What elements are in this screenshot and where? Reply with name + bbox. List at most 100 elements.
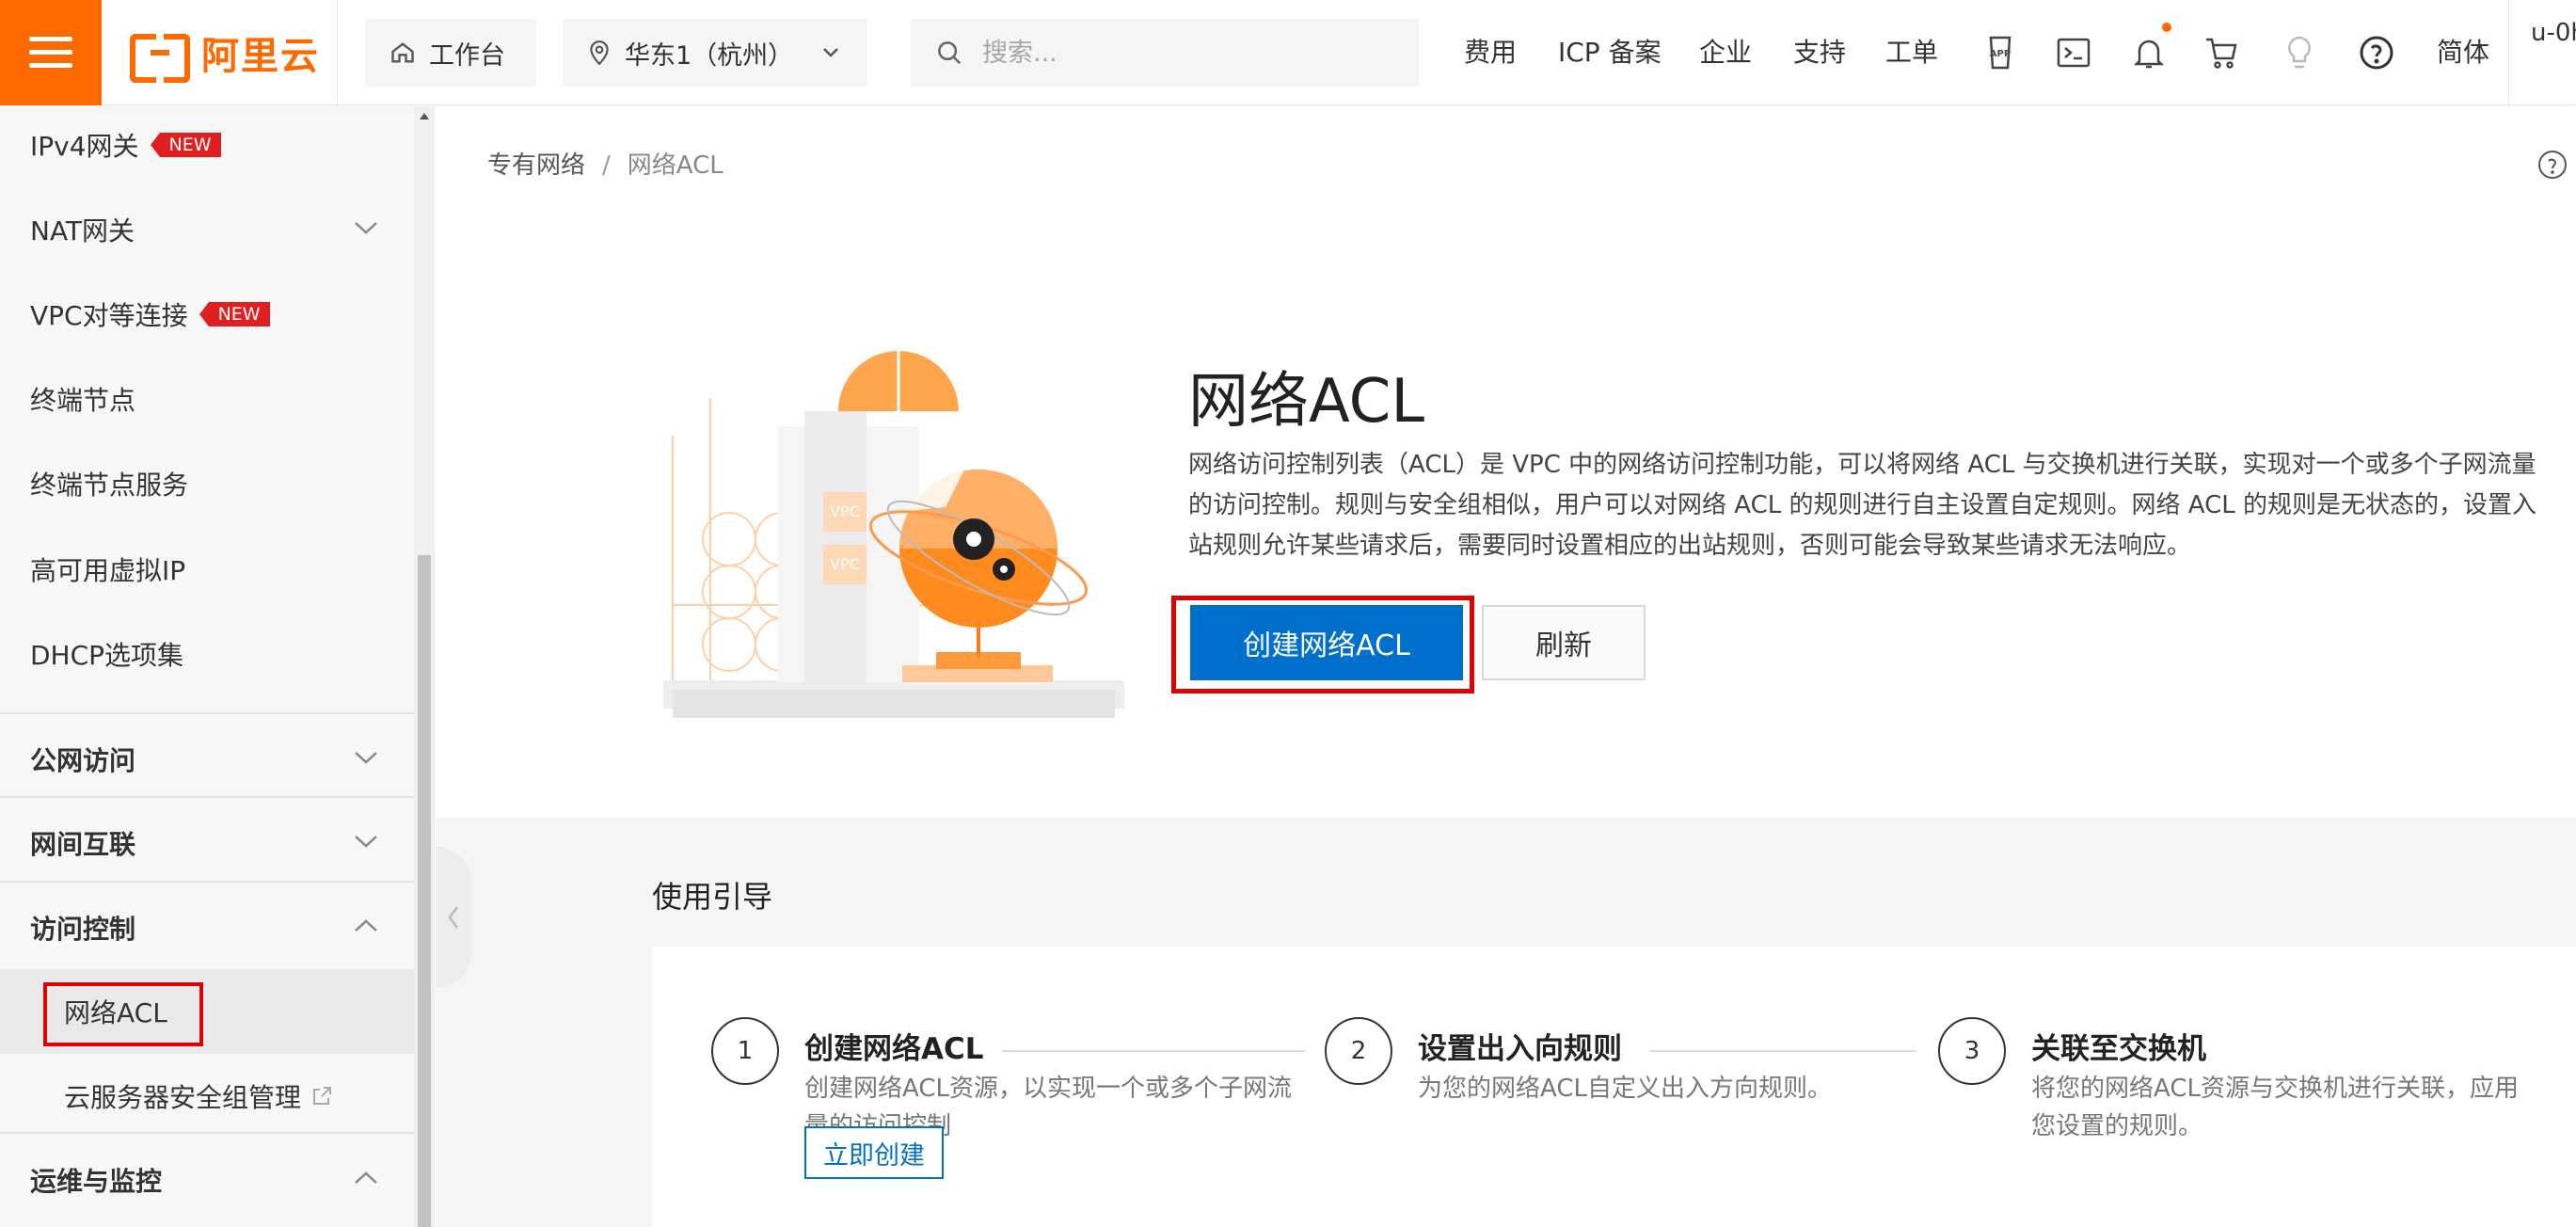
sidebar-scrollbar-thumb[interactable]	[418, 555, 431, 1227]
help-icon[interactable]	[2358, 34, 2395, 72]
nav-link-icp[interactable]: ICP 备案	[1558, 32, 1662, 70]
sidebar-group-label: 网间互联	[30, 829, 136, 860]
chevron-down-icon	[355, 222, 377, 234]
sidebar: IPv4网关 NEW NAT网关 VPC对等连接 NEW 终端节点 终端节点服务…	[0, 106, 414, 1227]
page-title: 网络ACL	[1188, 367, 1424, 437]
region-selector[interactable]: 华东1（杭州）	[563, 19, 867, 87]
header-right-divider	[2508, 0, 2509, 105]
chevron-up-icon	[355, 1171, 377, 1184]
new-badge: NEW	[199, 302, 270, 327]
aliyun-logo[interactable]: 阿里云	[130, 28, 320, 83]
sidebar-divider	[0, 881, 414, 883]
refresh-button[interactable]: 刷新	[1482, 605, 1646, 680]
header-divider	[337, 0, 338, 105]
cart-icon[interactable]	[2203, 34, 2241, 72]
create-network-acl-button[interactable]: 创建网络ACL	[1190, 605, 1463, 680]
sidebar-item-label: 高可用虚拟IP	[30, 555, 186, 586]
workbench-button[interactable]: 工作台	[365, 19, 536, 87]
sidebar-selection-highlight	[43, 982, 203, 1046]
chevron-down-icon	[355, 836, 377, 848]
chevron-up-icon	[355, 919, 377, 932]
sidebar-item-dhcp-options[interactable]: DHCP选项集	[0, 612, 414, 696]
page-description: 网络访问控制列表（ACL）是 VPC 中的网络访问控制功能，可以将网络 ACL …	[1188, 451, 2536, 560]
user-account[interactable]: u-0h	[2531, 19, 2576, 47]
search-icon	[938, 41, 962, 65]
step-number: 1	[711, 1017, 779, 1085]
sidebar-group-label: 访问控制	[30, 914, 136, 945]
main-content: 专有网络 / 网络ACL VPC VPC 网络ACL 网络访问控制列表（ACL）…	[436, 106, 2576, 1227]
workbench-label: 工作台	[429, 40, 505, 71]
new-badge: NEW	[150, 133, 221, 157]
notification-dot	[2162, 23, 2171, 32]
step-connector	[1649, 1050, 1916, 1052]
terminal-icon[interactable]	[2055, 34, 2092, 72]
lightbulb-icon[interactable]	[2281, 34, 2318, 72]
sidebar-item-label: DHCP选项集	[30, 640, 184, 671]
sidebar-item-ipv4-gateway[interactable]: IPv4网关 NEW	[0, 106, 414, 187]
home-icon	[391, 42, 414, 63]
aliyun-logo-mark	[130, 34, 190, 83]
sidebar-group-interconnect[interactable]: 网间互联	[0, 801, 414, 885]
step-description: 将您的网络ACL资源与交换机进行关联，应用您设置的规则。	[2031, 1075, 2519, 1140]
step-title: 设置出入向规则	[1418, 1032, 1622, 1066]
sidebar-item-endpoint-service[interactable]: 终端节点服务	[0, 441, 414, 526]
sidebar-group-ops-monitoring[interactable]: 运维与监控	[0, 1138, 414, 1222]
language-switch[interactable]: 简体	[2437, 32, 2489, 70]
nav-link-ticket[interactable]: 工单	[1885, 32, 1938, 70]
bell-icon[interactable]	[2130, 34, 2168, 72]
sidebar-item-label: IPv4网关	[30, 131, 139, 162]
sidebar-divider	[0, 712, 414, 714]
breadcrumb-root[interactable]: 专有网络	[487, 151, 585, 180]
step-connector	[1002, 1050, 1305, 1052]
sidebar-divider	[0, 796, 414, 798]
breadcrumb-current: 网络ACL	[627, 151, 724, 180]
step-number: 3	[1938, 1017, 2006, 1085]
location-pin-icon	[590, 40, 609, 66]
step-title: 关联至交换机	[2031, 1032, 2206, 1066]
sidebar-collapse-handle[interactable]	[436, 847, 471, 988]
illustration-vpc-label: VPC	[830, 555, 860, 573]
search-input[interactable]	[982, 38, 1396, 68]
app-icon[interactable]: APP	[1981, 34, 2019, 72]
sidebar-group-access-control[interactable]: 访问控制	[0, 885, 414, 970]
step-number: 2	[1325, 1017, 1392, 1085]
create-now-link[interactable]: 立即创建	[804, 1126, 944, 1179]
breadcrumb-separator: /	[602, 151, 611, 180]
sidebar-item-label: NAT网关	[30, 215, 135, 247]
sidebar-group-public-access[interactable]: 公网访问	[0, 717, 414, 802]
sidebar-item-ecs-security-group[interactable]: 云服务器安全组管理	[0, 1054, 414, 1139]
sidebar-item-label: 终端节点	[30, 385, 136, 416]
sidebar-item-label: 终端节点服务	[30, 470, 189, 501]
network-acl-illustration: VPC VPC	[663, 351, 1124, 718]
chevron-left-icon	[448, 906, 459, 929]
search-box[interactable]	[911, 19, 1419, 87]
nav-link-support[interactable]: 支持	[1793, 32, 1846, 70]
sidebar-item-label: VPC对等连接	[30, 300, 188, 331]
illustration-vpc-label: VPC	[830, 502, 860, 520]
scroll-up-arrow-icon[interactable]	[420, 113, 429, 120]
sidebar-item-label: 云服务器安全组管理	[64, 1082, 302, 1113]
chevron-down-icon	[823, 48, 838, 57]
region-label: 华东1（杭州）	[625, 40, 794, 71]
sidebar-divider	[0, 1132, 414, 1134]
brand-name: 阿里云	[201, 35, 320, 78]
nav-link-billing[interactable]: 费用	[1464, 32, 1517, 70]
sidebar-group-label: 运维与监控	[30, 1166, 163, 1197]
nav-link-enterprise[interactable]: 企业	[1699, 32, 1752, 70]
hamburger-icon	[29, 37, 72, 69]
menu-button[interactable]	[0, 0, 102, 105]
sidebar-item-endpoint[interactable]: 终端节点	[0, 357, 414, 441]
sidebar-group-label: 公网访问	[30, 745, 136, 776]
chevron-down-icon	[355, 752, 377, 764]
step-description: 为您的网络ACL自定义出入方向规则。	[1418, 1075, 1832, 1103]
guide-title: 使用引导	[652, 879, 773, 915]
sidebar-item-nat-gateway[interactable]: NAT网关	[0, 187, 414, 272]
step-title: 创建网络ACL	[804, 1032, 984, 1066]
svg-text:APP: APP	[1990, 49, 2011, 59]
top-header: 阿里云 工作台 华东1（杭州） 费用 ICP 备案 企业 支持 工单 APP 简…	[0, 0, 2576, 105]
sidebar-item-vpc-peering[interactable]: VPC对等连接 NEW	[0, 272, 414, 357]
page-help-icon[interactable]	[2537, 150, 2568, 180]
breadcrumb: 专有网络 / 网络ACL	[487, 146, 724, 181]
external-link-icon	[313, 1087, 332, 1105]
sidebar-item-havip[interactable]: 高可用虚拟IP	[0, 527, 414, 612]
